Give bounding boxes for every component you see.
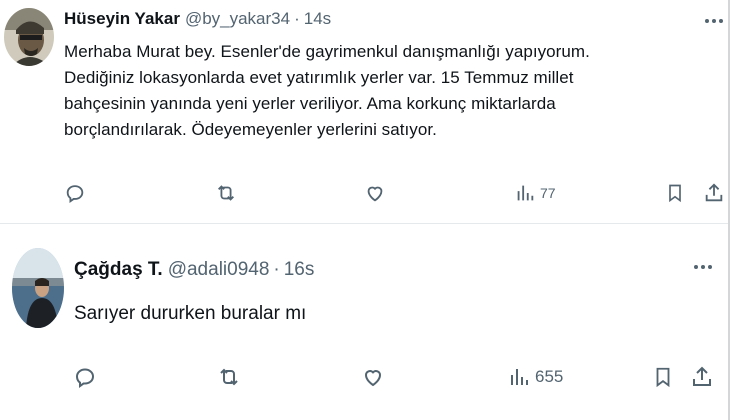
more-options-icon[interactable] <box>705 19 723 23</box>
tweet[interactable]: Hüseyin Yakar @by_yakar34 · 14s Merhaba … <box>0 0 730 224</box>
like-button[interactable] <box>361 362 385 392</box>
views-icon <box>507 365 531 389</box>
more-options-icon[interactable] <box>694 265 712 269</box>
like-icon <box>361 365 385 389</box>
views-count: 77 <box>540 185 556 201</box>
avatar[interactable] <box>12 248 64 328</box>
timestamp[interactable]: 14s <box>304 9 331 29</box>
share-icon <box>703 182 725 204</box>
views-button[interactable]: 77 <box>514 178 556 208</box>
action-bar: 655 <box>0 362 730 392</box>
views-button[interactable]: 655 <box>507 362 563 392</box>
share-button[interactable] <box>690 362 714 392</box>
tweet-text: Merhaba Murat bey. Esenler'de gayrimenku… <box>64 42 590 139</box>
retweet-button[interactable] <box>216 362 242 392</box>
separator-dot: · <box>294 9 300 28</box>
tweet-header: Hüseyin Yakar @by_yakar34 · 14s <box>64 9 331 29</box>
retweet-button[interactable] <box>214 178 238 208</box>
tweet-text: Sarıyer dururken buralar mı <box>74 303 307 324</box>
reply-button[interactable] <box>64 178 86 208</box>
bookmark-button[interactable] <box>665 178 685 208</box>
like-button[interactable] <box>364 178 386 208</box>
author-handle[interactable]: @adali0948 <box>168 259 270 281</box>
author-handle[interactable]: @by_yakar34 <box>185 9 290 29</box>
reply-icon <box>64 182 86 204</box>
author-name[interactable]: Çağdaş T. <box>74 259 163 281</box>
tweet[interactable]: Çağdaş T. @adali0948 · 16s Sarıyer durur… <box>0 224 730 420</box>
bookmark-button[interactable] <box>652 362 674 392</box>
retweet-icon <box>214 182 238 204</box>
views-icon <box>514 182 536 204</box>
timestamp[interactable]: 16s <box>284 259 315 281</box>
share-button[interactable] <box>703 178 725 208</box>
like-icon <box>364 182 386 204</box>
action-bar: 77 <box>0 178 730 208</box>
share-icon <box>690 365 714 389</box>
tweet-header: Çağdaş T. @adali0948 · 16s <box>74 259 314 281</box>
author-name[interactable]: Hüseyin Yakar <box>64 9 180 29</box>
avatar[interactable] <box>4 8 54 66</box>
views-count: 655 <box>535 367 564 386</box>
reply-icon <box>73 365 97 389</box>
bookmark-icon <box>652 365 674 389</box>
reply-button[interactable] <box>73 362 97 392</box>
bookmark-icon <box>665 182 685 204</box>
separator-dot: · <box>273 259 280 280</box>
retweet-icon <box>216 365 242 389</box>
